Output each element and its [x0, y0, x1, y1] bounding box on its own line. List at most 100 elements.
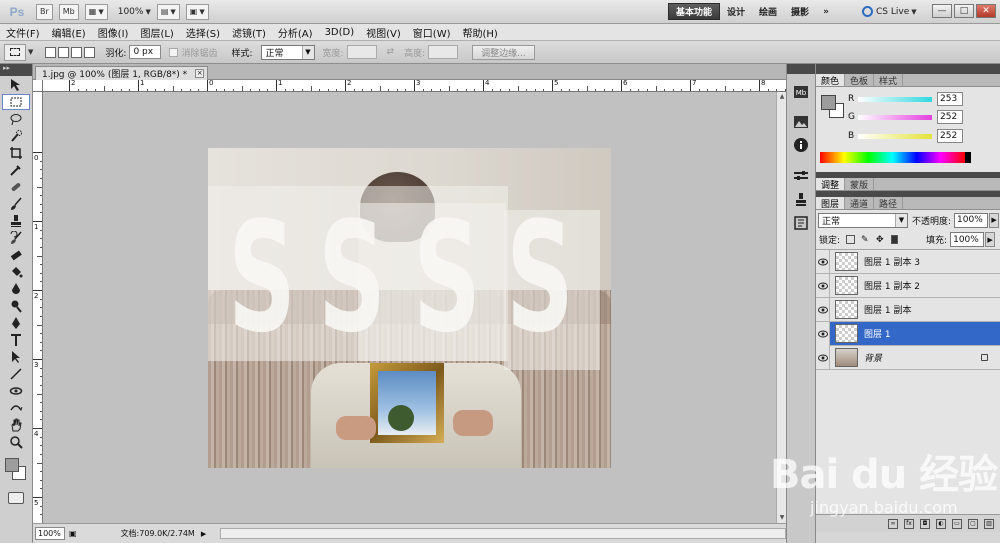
panel-dock-header[interactable] [816, 64, 1000, 74]
menu-edit[interactable]: 编辑(E) [46, 25, 92, 40]
antialias-checkbox[interactable] [169, 47, 179, 57]
lock-position-icon[interactable]: ✥ [876, 235, 885, 245]
lasso-tool[interactable] [2, 111, 30, 127]
spot-healing-tool[interactable] [2, 179, 30, 195]
menu-filter[interactable]: 滤镜(T) [226, 25, 272, 40]
visibility-eye-icon[interactable] [816, 273, 830, 298]
blue-channel-slider[interactable] [858, 133, 932, 139]
restore-button[interactable]: □ [954, 4, 974, 18]
status-menu-icon[interactable]: ▶ [201, 530, 206, 538]
clone-stamp-tool[interactable] [2, 213, 30, 229]
style-select[interactable]: 正常 ▼ [260, 44, 315, 60]
dodge-tool[interactable] [2, 298, 30, 314]
menu-help[interactable]: 帮助(H) [457, 25, 504, 40]
workspace-essentials[interactable]: 基本功能 [668, 3, 721, 20]
lock-pixels-icon[interactable]: ✎ [861, 235, 870, 245]
zoom-field[interactable]: 100% [35, 527, 65, 540]
rect-marquee-tool[interactable] [2, 94, 30, 110]
minimize-button[interactable]: — [932, 4, 952, 18]
bridge-button[interactable]: Br [36, 3, 53, 20]
blue-channel-input[interactable]: 252 [937, 129, 963, 143]
status-icon[interactable]: ▣ [69, 529, 77, 538]
intersect-selection-icon[interactable] [84, 46, 96, 58]
mini-bridge-button[interactable]: Mb [58, 3, 79, 20]
history-brush-tool[interactable] [2, 230, 30, 246]
menu-select[interactable]: 选择(S) [180, 25, 226, 40]
view-extras-button[interactable]: ▦ ▼ [84, 3, 108, 20]
quick-mask-button[interactable] [8, 492, 24, 504]
opacity-slider-toggle[interactable]: ▶ [989, 212, 1000, 228]
blend-mode-select[interactable]: 正常 ▼ [818, 212, 908, 228]
eyedropper-tool[interactable] [2, 162, 30, 178]
red-channel-slider[interactable] [858, 96, 932, 102]
info-panel-button[interactable] [790, 135, 812, 155]
ruler-origin[interactable] [33, 80, 43, 92]
menu-3d[interactable]: 3D(D) [319, 27, 361, 38]
vertical-ruler[interactable]: 0 1 2 3 4 5 [33, 92, 43, 523]
red-channel-input[interactable]: 253 [937, 92, 963, 106]
visibility-eye-icon[interactable] [816, 321, 830, 346]
fill-input[interactable]: 100% [950, 232, 985, 247]
green-channel-slider[interactable] [858, 114, 932, 120]
color-spectrum-bar[interactable] [820, 152, 965, 163]
zoom-level-dropdown[interactable]: 100% ▼ [118, 7, 151, 17]
arrange-documents-button[interactable]: ▤ ▼ [156, 3, 180, 20]
visibility-eye-icon[interactable] [816, 297, 830, 322]
tab-adjustments[interactable]: 调整 [816, 178, 846, 191]
crop-tool[interactable] [2, 145, 30, 161]
workspace-design[interactable]: 设计 [720, 3, 752, 20]
navigator-panel-button[interactable] [790, 112, 812, 132]
paint-bucket-tool[interactable] [2, 264, 30, 280]
zoom-tool[interactable] [2, 434, 30, 450]
tool-preset-picker[interactable] [4, 43, 26, 61]
horizontal-scrollbar[interactable] [220, 528, 786, 539]
canvas-area[interactable]: S S S S [43, 92, 776, 523]
color-spectrum-black[interactable] [965, 152, 971, 163]
tab-styles[interactable]: 样式 [874, 74, 904, 87]
lock-all-icon[interactable] [891, 235, 899, 244]
swap-icon[interactable]: ⇄ [387, 47, 395, 57]
visibility-eye-icon[interactable] [816, 345, 830, 370]
tab-channels[interactable]: 通道 [845, 197, 875, 210]
document-tab[interactable]: 1.jpg @ 100% (图层 1, RGB/8*) * × [35, 66, 209, 80]
actions-panel-button[interactable] [790, 213, 812, 233]
add-selection-icon[interactable] [58, 46, 70, 58]
3d-rotate-tool[interactable] [2, 383, 30, 399]
foreground-color-swatch[interactable] [5, 458, 19, 472]
close-tab-icon[interactable]: × [195, 69, 205, 78]
horizontal-ruler[interactable]: 2 1 0 1 2 3 4 5 6 7 8 [43, 80, 786, 92]
new-selection-icon[interactable] [45, 46, 57, 58]
menu-image[interactable]: 图像(I) [92, 25, 135, 40]
brush-presets-button[interactable] [790, 167, 812, 187]
cs-live-button[interactable]: CS Live ▼ [862, 3, 917, 20]
pen-tool[interactable] [2, 315, 30, 331]
tab-swatches[interactable]: 色板 [845, 74, 875, 87]
width-input[interactable] [346, 45, 377, 59]
close-button[interactable]: ✕ [976, 4, 996, 18]
tools-panel-header[interactable]: ▸▸ [0, 64, 32, 76]
path-selection-tool[interactable] [2, 349, 30, 365]
opacity-input[interactable]: 100% [954, 212, 989, 228]
tab-paths[interactable]: 路径 [874, 197, 904, 210]
layer-row[interactable]: 图层 1 副本 2 [816, 273, 1000, 298]
lock-transparency-icon[interactable] [846, 235, 856, 244]
visibility-eye-icon[interactable] [816, 249, 830, 274]
workspace-more-button[interactable]: » [816, 3, 836, 20]
refine-edge-button[interactable]: 调整边缘... [472, 44, 535, 60]
blur-tool[interactable] [2, 281, 30, 297]
workspace-photography[interactable]: 摄影 [784, 3, 816, 20]
layer-row-selected[interactable]: 图层 1 [816, 321, 1000, 346]
3d-orbit-tool[interactable] [2, 400, 30, 416]
color-foreground-swatch[interactable] [821, 95, 836, 110]
menu-analysis[interactable]: 分析(A) [272, 25, 319, 40]
eraser-tool[interactable] [2, 247, 30, 263]
mini-bridge-panel-button[interactable]: Mb [790, 82, 812, 102]
menu-layer[interactable]: 图层(L) [134, 25, 179, 40]
menu-view[interactable]: 视图(V) [360, 25, 407, 40]
clone-source-button[interactable] [790, 190, 812, 210]
type-tool[interactable] [2, 332, 30, 348]
scroll-up-icon[interactable]: ▲ [778, 93, 786, 101]
line-tool[interactable] [2, 366, 30, 382]
move-tool[interactable] [2, 77, 30, 93]
screen-mode-button[interactable]: ▣ ▼ [185, 3, 209, 20]
